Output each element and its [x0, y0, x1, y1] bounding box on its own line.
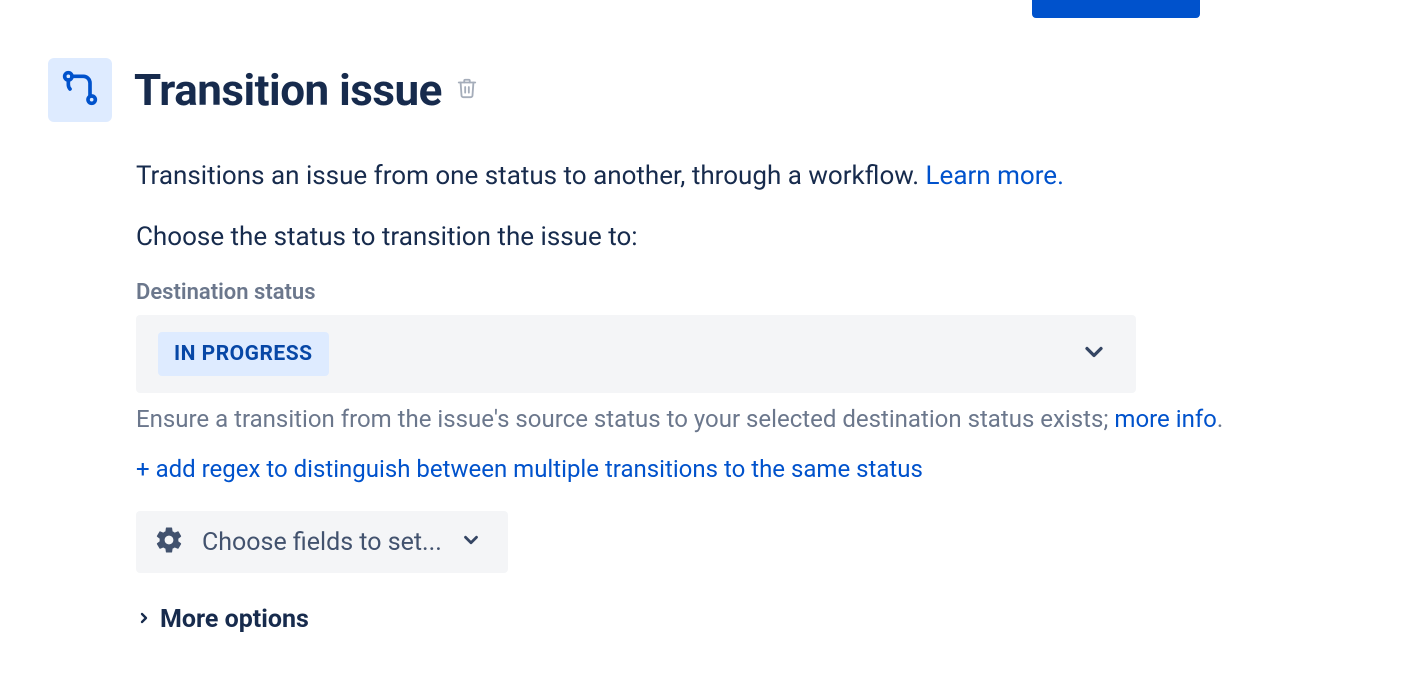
- instruction-text: Choose the status to transition the issu…: [136, 222, 1372, 252]
- header-row: Transition issue: [48, 58, 1372, 122]
- more-options-toggle[interactable]: More options: [136, 605, 1372, 634]
- description: Transitions an issue from one status to …: [136, 158, 1372, 194]
- add-regex-link[interactable]: + add regex to distinguish between multi…: [136, 455, 1372, 483]
- description-text: Transitions an issue from one status to …: [136, 161, 926, 191]
- status-lozenge: IN PROGRESS: [158, 332, 329, 376]
- gear-icon: [154, 525, 184, 559]
- trash-icon[interactable]: [456, 76, 478, 104]
- config-panel: Transition issue Transitions an issue fr…: [48, 58, 1372, 634]
- chevron-down-icon: [1080, 338, 1108, 370]
- helper-trailing: .: [1217, 405, 1223, 433]
- config-body: Transitions an issue from one status to …: [136, 158, 1372, 634]
- destination-status-label: Destination status: [136, 280, 1372, 305]
- learn-more-link[interactable]: Learn more.: [926, 161, 1064, 191]
- title-wrap: Transition issue: [134, 64, 478, 116]
- rule-icon-box: [48, 58, 112, 122]
- more-info-link[interactable]: more info: [1114, 405, 1216, 433]
- page-title: Transition issue: [134, 64, 442, 116]
- chevron-right-icon: [136, 610, 152, 630]
- chevron-down-icon: [460, 529, 482, 555]
- choose-fields-picker[interactable]: Choose fields to set...: [136, 511, 508, 573]
- choose-fields-label: Choose fields to set...: [202, 528, 442, 557]
- more-options-label: More options: [160, 605, 309, 634]
- helper-text: Ensure a transition from the issue's sou…: [136, 405, 1372, 433]
- helper-text-body: Ensure a transition from the issue's sou…: [136, 405, 1114, 433]
- transition-icon: [60, 68, 100, 112]
- primary-action-button[interactable]: [1032, 0, 1200, 18]
- destination-status-select[interactable]: IN PROGRESS: [136, 315, 1136, 393]
